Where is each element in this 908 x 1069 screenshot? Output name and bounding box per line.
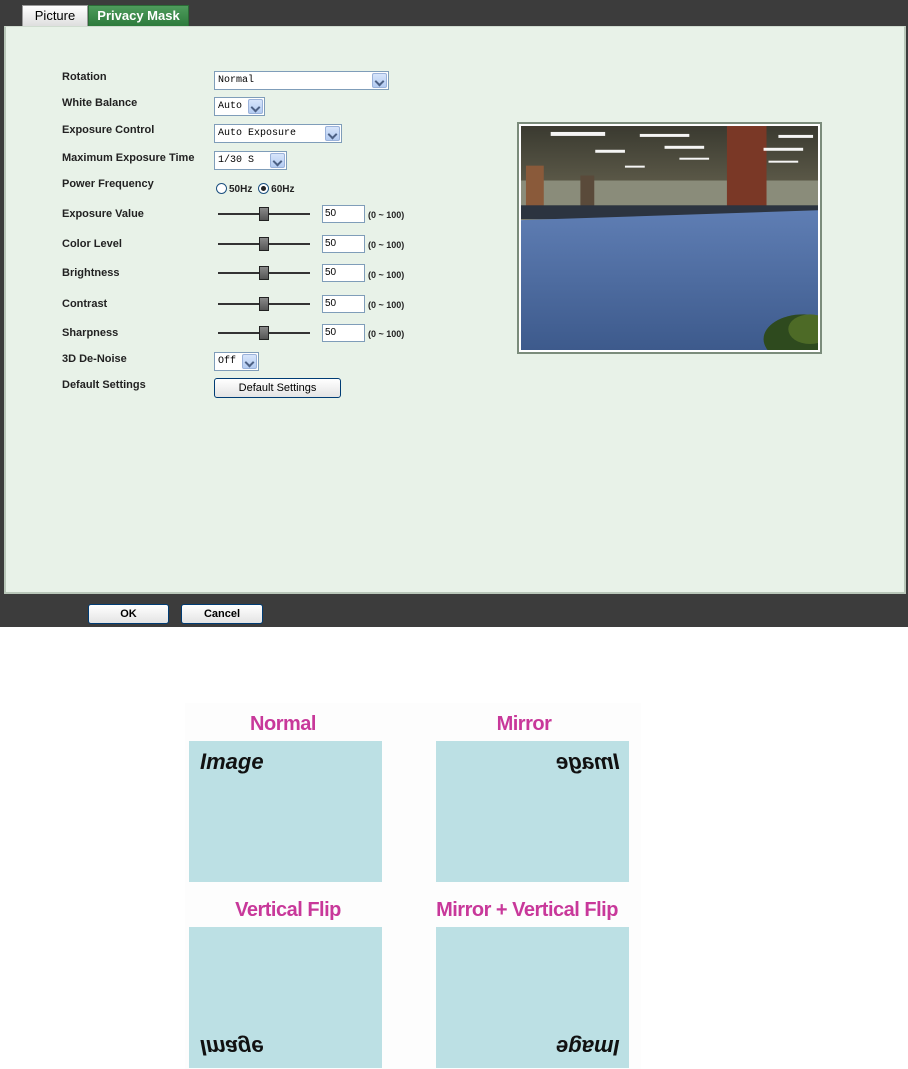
exposure-value-slider[interactable] [218,205,310,223]
radio-50hz-label: 50Hz [229,184,253,195]
slider-thumb[interactable] [259,266,269,280]
normal-title: Normal [250,713,316,735]
camera-preview-frame [517,122,822,354]
exposure-control-label: Exposure Control [62,124,155,136]
color-level-slider[interactable] [218,235,310,253]
chevron-down-icon [248,99,263,114]
tab-bar: Picture Privacy Mask [0,0,908,26]
vertical-flip-image-word: Image [200,1035,264,1060]
exposure-value-label: Exposure Value [62,208,144,220]
power-frequency-options: 50Hz 60Hz [216,183,295,195]
sharpness-slider[interactable] [218,324,310,342]
brightness-input[interactable]: 50 [322,264,365,282]
mirror-title: Mirror [496,713,552,735]
chevron-down-icon [242,354,257,369]
contrast-label: Contrast [62,298,108,310]
max-exposure-time-value: 1/30 S [218,155,255,166]
settings-panel: Picture Privacy Mask Rotation White Bala… [0,0,908,627]
mirror-vertical-flip-box: Image [436,927,629,1068]
de-noise-value: Off [218,356,237,367]
default-settings-button[interactable]: Default Settings [214,378,341,398]
normal-image-word: Image [200,749,264,774]
mirror-box: Image [436,741,629,882]
brightness-range: (0 ~ 100) [368,270,405,280]
rotation-value: Normal [218,75,255,86]
exposure-value-input[interactable]: 50 [322,205,365,223]
camera-preview [521,126,818,350]
brightness-slider[interactable] [218,264,310,282]
normal-box: Image [189,741,382,882]
contrast-slider[interactable] [218,295,310,313]
chevron-down-icon [270,153,285,168]
chevron-down-icon [372,73,387,88]
slider-thumb[interactable] [259,297,269,311]
slider-thumb[interactable] [259,207,269,221]
radio-50hz[interactable] [216,183,227,194]
tab-picture[interactable]: Picture [22,5,88,26]
de-noise-select[interactable]: Off [214,352,259,371]
vertical-flip-title: Vertical Flip [235,899,341,921]
sharpness-range: (0 ~ 100) [368,329,405,339]
de-noise-label: 3D De-Noise [62,353,127,365]
brightness-label: Brightness [62,267,120,279]
sharpness-input[interactable]: 50 [322,324,365,342]
color-level-range: (0 ~ 100) [368,240,405,250]
color-level-input[interactable]: 50 [322,235,365,253]
mirror-vertical-flip-image-word: Image [556,1035,620,1060]
default-settings-label: Default Settings [62,379,146,391]
radio-60hz[interactable] [258,183,270,194]
power-frequency-label: Power Frequency [62,178,154,190]
max-exposure-time-select[interactable]: 1/30 S [214,151,287,170]
white-balance-select[interactable]: Auto [214,97,265,116]
contrast-range: (0 ~ 100) [368,300,405,310]
exposure-value-range: (0 ~ 100) [368,210,405,220]
radio-60hz-label: 60Hz [271,184,295,195]
white-balance-label: White Balance [62,97,138,109]
white-balance-value: Auto [218,101,243,112]
chevron-down-icon [325,126,340,141]
max-exposure-time-label: Maximum Exposure Time [62,152,195,164]
vertical-flip-box: Image [189,927,382,1068]
contrast-input[interactable]: 50 [322,295,365,313]
rotation-select[interactable]: Normal [214,71,389,90]
tab-privacy-mask[interactable]: Privacy Mask [88,5,189,26]
color-level-label: Color Level [62,238,122,250]
settings-content: Rotation White Balance Exposure Control … [4,26,906,594]
ok-button[interactable]: OK [88,604,169,624]
mirror-image-word: Image [556,749,620,774]
cancel-button[interactable]: Cancel [181,604,263,624]
sharpness-label: Sharpness [62,327,119,339]
mirror-vertical-flip-title: Mirror + Vertical Flip [436,899,618,921]
exposure-control-value: Auto Exposure [218,128,297,139]
exposure-control-select[interactable]: Auto Exposure [214,124,342,143]
rotation-label: Rotation [62,71,107,83]
slider-thumb[interactable] [259,326,269,340]
slider-thumb[interactable] [259,237,269,251]
rotation-diagram: Normal Mirror Image Image Vertical Flip … [185,703,641,1069]
